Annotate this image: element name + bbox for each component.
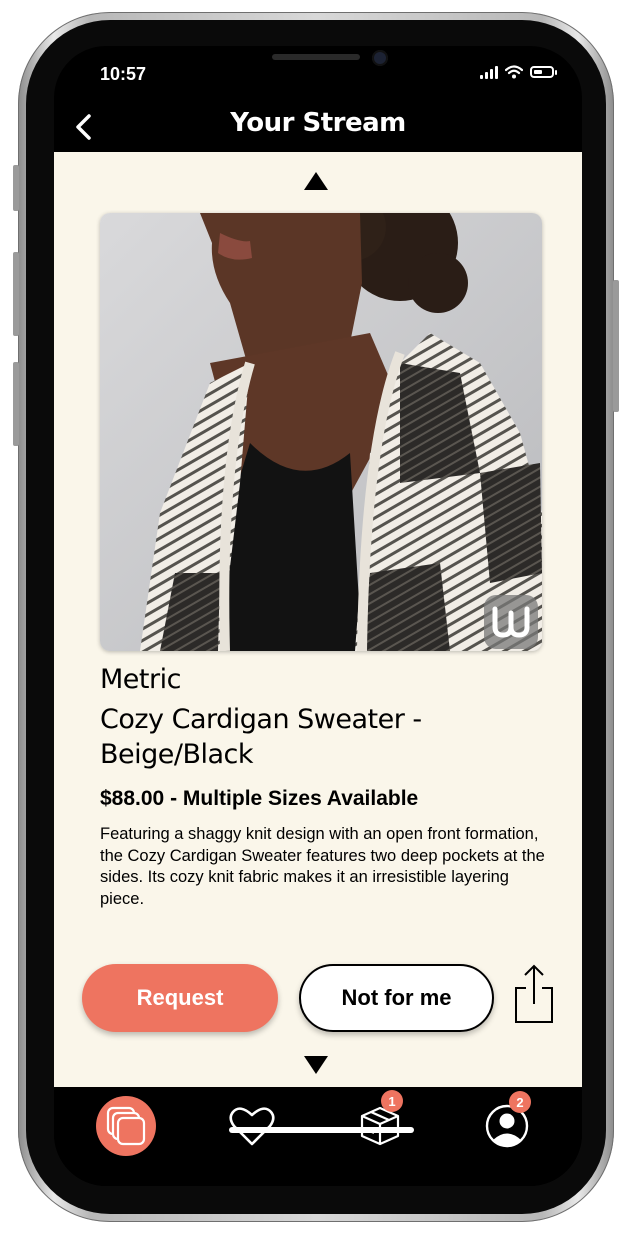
request-button[interactable]: Request — [82, 964, 278, 1032]
previous-item-button[interactable] — [302, 170, 330, 192]
triangle-up-icon — [304, 172, 328, 190]
volume-down-button — [13, 362, 19, 446]
page-title: Your Stream — [230, 108, 406, 138]
tab-profile[interactable]: 2 — [477, 1091, 537, 1156]
next-item-button[interactable] — [302, 1054, 330, 1076]
cardigan-model-photo — [100, 213, 542, 651]
cellular-signal-icon — [480, 65, 498, 79]
triangle-down-icon — [304, 1056, 328, 1074]
bottom-tab-bar: 1 2 — [54, 1087, 582, 1186]
phone-screen: 10:57 Your Stream Metric Cozy Cardigan S… — [54, 46, 582, 1186]
status-time: 10:57 — [100, 64, 147, 84]
product-brand: Metric — [100, 664, 181, 695]
battery-icon — [530, 66, 557, 78]
product-description: Featuring a shaggy knit design with an o… — [100, 825, 545, 908]
tab-orders[interactable]: 1 — [350, 1090, 410, 1156]
header-bar: Your Stream — [54, 102, 582, 152]
product-name: Cozy Cardigan Sweater - Beige/Black — [100, 704, 422, 770]
share-button[interactable] — [512, 964, 556, 1024]
mute-switch — [13, 165, 19, 211]
product-image[interactable] — [100, 213, 542, 651]
tab-favorites[interactable] — [222, 1096, 282, 1156]
profile-badge: 2 — [509, 1091, 531, 1113]
front-camera — [372, 50, 388, 66]
volume-up-button — [13, 252, 19, 336]
status-icons — [480, 65, 557, 79]
wifi-icon — [505, 65, 523, 79]
home-indicator — [229, 1127, 414, 1133]
speaker — [272, 54, 360, 60]
share-icon — [515, 964, 553, 1023]
brand-watermark-icon — [484, 595, 538, 649]
stream-card: Metric Cozy Cardigan Sweater - Beige/Bla… — [54, 152, 582, 1087]
orders-badge: 1 — [381, 1090, 403, 1112]
not-for-me-button[interactable]: Not for me — [299, 964, 494, 1032]
product-price: $88.00 - Multiple Sizes Available — [100, 787, 419, 810]
tab-stream[interactable] — [96, 1096, 156, 1156]
notch — [172, 46, 466, 88]
power-button — [613, 280, 619, 412]
heart-icon — [229, 1107, 275, 1146]
stream-cards-icon — [106, 1106, 146, 1146]
